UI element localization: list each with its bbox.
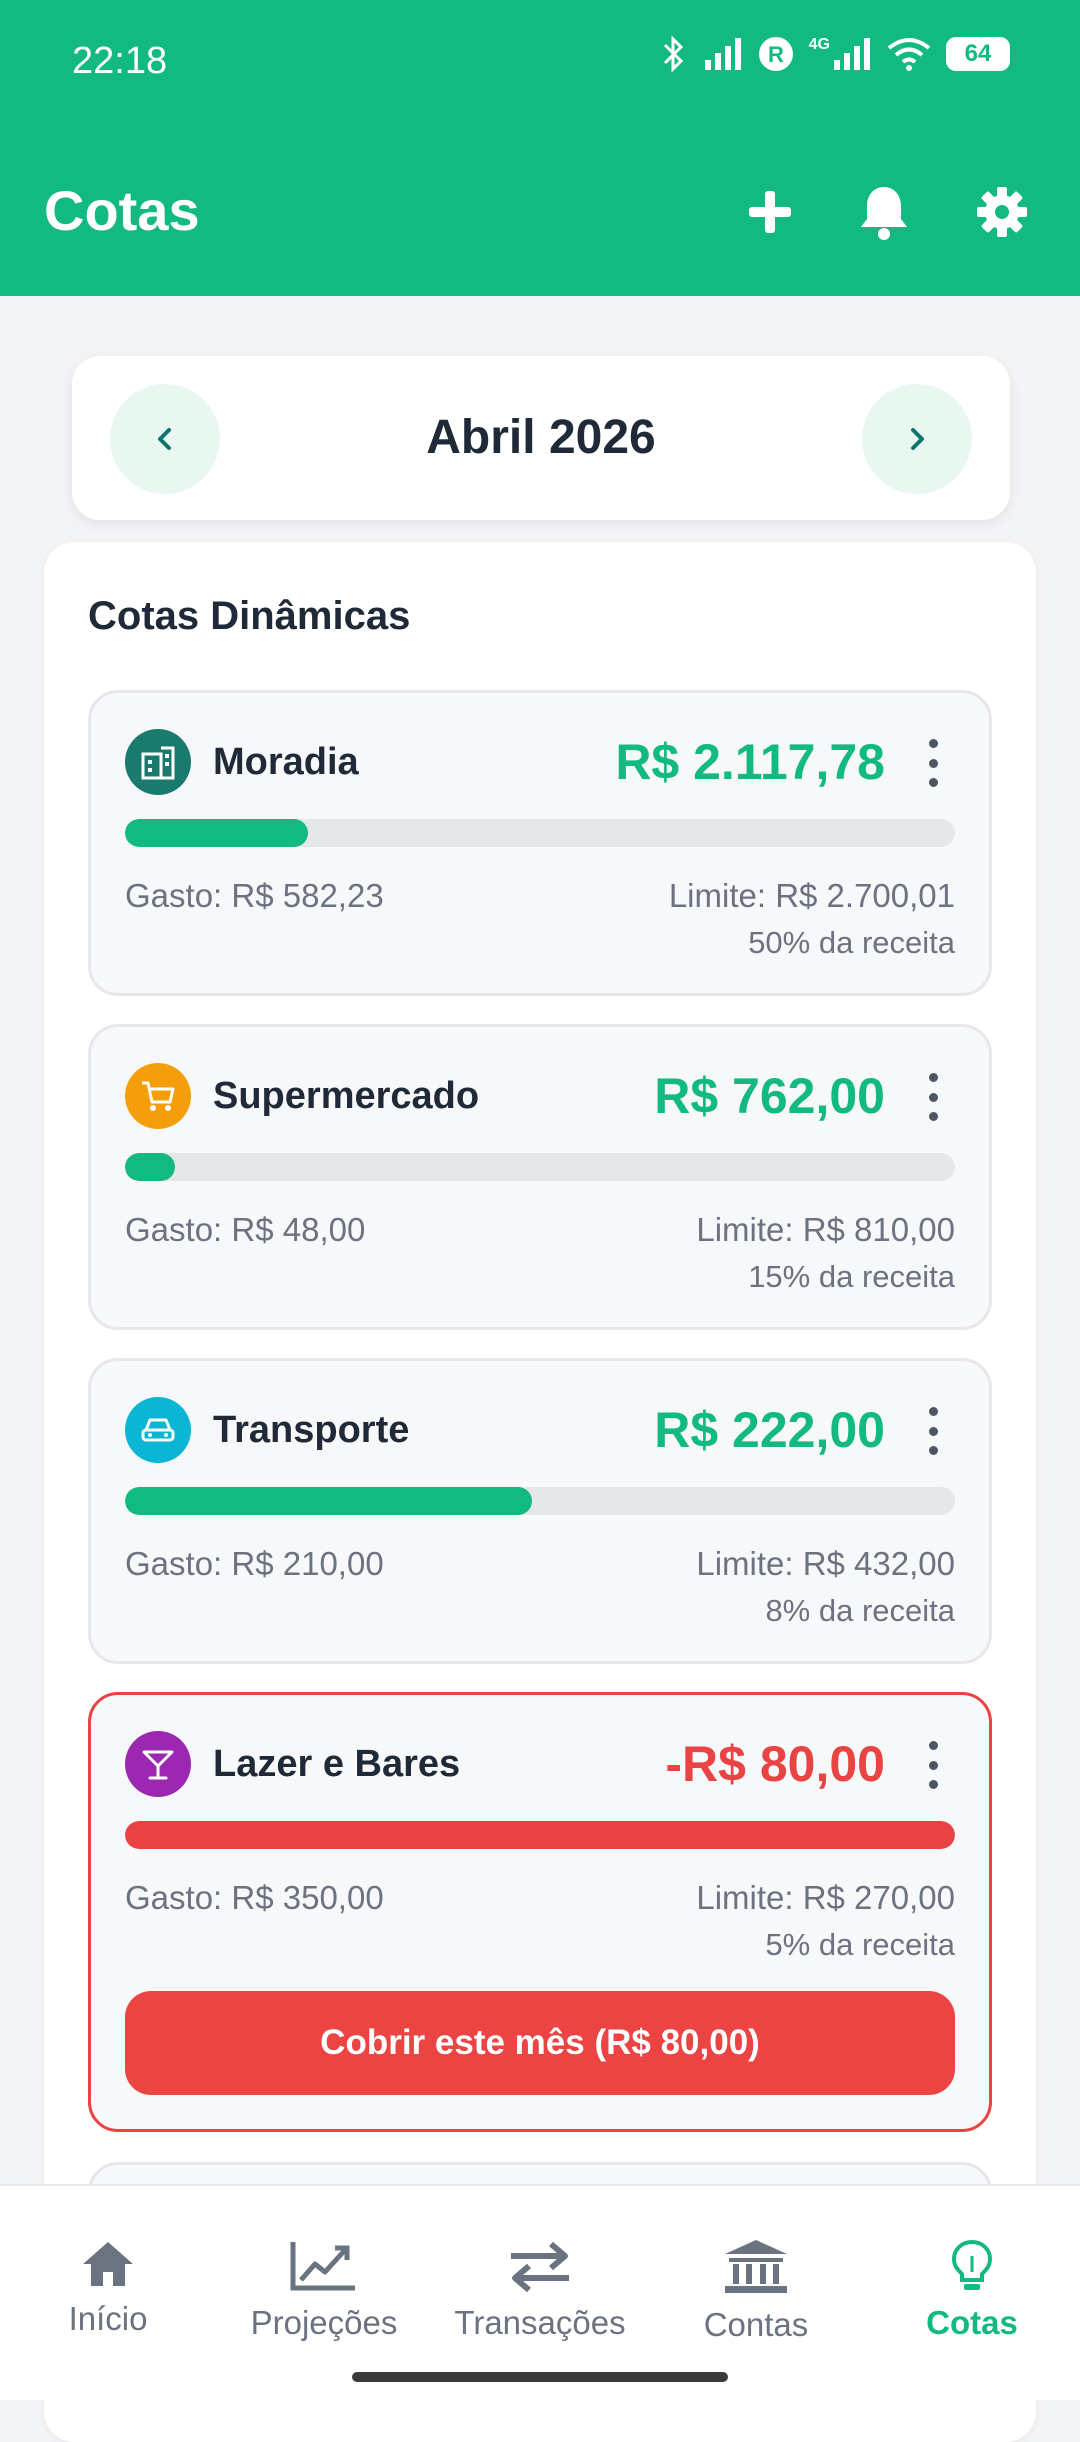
next-month-button[interactable] bbox=[862, 384, 972, 494]
quota-limit: Limite: R$ 270,00 bbox=[696, 1879, 955, 1916]
quota-card-supermercado[interactable]: Supermercado R$ 762,00 Gasto: R$ 48,00 L… bbox=[88, 1024, 992, 1330]
nav-item-inicio[interactable]: Início bbox=[0, 2238, 216, 2338]
quota-card-lazer-e-bares[interactable]: Lazer e Bares -R$ 80,00 Gasto: R$ 350,00… bbox=[88, 1692, 992, 2132]
more-options-icon[interactable] bbox=[921, 1407, 945, 1455]
page-title: Cotas bbox=[44, 179, 200, 242]
quota-income-share: 50% da receita bbox=[748, 925, 955, 960]
plus-icon bbox=[749, 191, 791, 233]
quota-spent: Gasto: R$ 48,00 bbox=[125, 1211, 366, 1248]
more-options-icon[interactable] bbox=[921, 1073, 945, 1121]
cover-month-button[interactable]: Cobrir este mês (R$ 80,00) bbox=[125, 1991, 955, 2095]
nav-label: Transações bbox=[454, 2304, 626, 2341]
bell-icon bbox=[861, 187, 907, 240]
quota-income-share: 15% da receita bbox=[748, 1259, 955, 1294]
signal-icon bbox=[704, 38, 741, 70]
bluetooth-icon bbox=[663, 35, 683, 73]
battery-indicator: 64 bbox=[946, 37, 1010, 71]
car-icon bbox=[125, 1397, 191, 1463]
more-options-icon[interactable] bbox=[921, 739, 945, 787]
quota-available-amount: -R$ 80,00 bbox=[665, 1736, 885, 1792]
quota-available-amount: R$ 762,00 bbox=[654, 1068, 885, 1124]
nav-item-transacoes[interactable]: Transações bbox=[432, 2238, 648, 2342]
bottom-navigation: Início Projeções Transações Contas Cotas bbox=[0, 2184, 1080, 2400]
quota-name: Lazer e Bares bbox=[213, 1743, 461, 1785]
quota-progress-fill bbox=[125, 1487, 532, 1515]
quota-card-transporte[interactable]: Transporte R$ 222,00 Gasto: R$ 210,00 Li… bbox=[88, 1358, 992, 1664]
wifi-icon bbox=[887, 38, 931, 71]
quota-progress-fill bbox=[125, 819, 308, 847]
more-options-icon[interactable] bbox=[921, 1741, 945, 1789]
quota-card-moradia[interactable]: Moradia R$ 2.117,78 Gasto: R$ 582,23 Lim… bbox=[88, 690, 992, 996]
quota-limit: Limite: R$ 810,00 bbox=[696, 1211, 955, 1248]
panel-title: Cotas Dinâmicas bbox=[88, 594, 411, 638]
building-icon bbox=[125, 729, 191, 795]
quota-income-share: 5% da receita bbox=[765, 1927, 955, 1962]
quota-limit: Limite: R$ 432,00 bbox=[696, 1545, 955, 1582]
quota-progress-fill bbox=[125, 1153, 175, 1181]
gear-icon bbox=[977, 187, 1027, 237]
network-type: 4G bbox=[808, 36, 830, 53]
quota-name: Transporte bbox=[213, 1409, 410, 1451]
chevron-right-icon bbox=[911, 428, 924, 450]
nav-label: Início bbox=[68, 2300, 148, 2337]
nav-label: Contas bbox=[703, 2306, 809, 2343]
quota-name: Supermercado bbox=[213, 1075, 480, 1117]
quota-spent: Gasto: R$ 582,23 bbox=[125, 877, 384, 914]
cart-icon bbox=[125, 1063, 191, 1129]
chart-icon bbox=[290, 2242, 355, 2291]
quota-progress-fill bbox=[125, 1821, 955, 1849]
quota-limit: Limite: R$ 2.700,01 bbox=[668, 877, 955, 914]
status-bar: 22:18 R 4G 64 bbox=[0, 0, 1080, 120]
nav-item-projecoes[interactable]: Projeções bbox=[216, 2238, 432, 2342]
notifications-button[interactable] bbox=[852, 180, 916, 244]
cocktail-icon bbox=[125, 1731, 191, 1797]
quota-progress-track bbox=[125, 819, 955, 847]
quota-name: Moradia bbox=[213, 741, 359, 783]
quota-spent: Gasto: R$ 350,00 bbox=[125, 1879, 384, 1916]
svg-text:R: R bbox=[768, 42, 784, 67]
status-icons: R 4G 64 bbox=[659, 34, 1010, 74]
app-bar: Cotas bbox=[0, 120, 1080, 296]
quota-available-amount: R$ 2.117,78 bbox=[615, 734, 885, 790]
nav-item-cotas[interactable]: Cotas bbox=[864, 2238, 1080, 2342]
settings-button[interactable] bbox=[970, 180, 1034, 244]
nav-label: Cotas bbox=[926, 2304, 1018, 2341]
transfer-icon bbox=[511, 2241, 569, 2293]
signal-icon-2 bbox=[834, 38, 870, 70]
quota-available-amount: R$ 222,00 bbox=[654, 1402, 885, 1458]
home-indicator[interactable] bbox=[352, 2372, 728, 2382]
month-selector: Abril 2026 bbox=[72, 356, 1010, 520]
nav-item-contas[interactable]: Contas bbox=[648, 2238, 864, 2344]
roaming-icon: R bbox=[758, 37, 793, 71]
bank-icon bbox=[725, 2240, 787, 2293]
nav-label: Projeções bbox=[250, 2304, 398, 2341]
quota-spent: Gasto: R$ 210,00 bbox=[125, 1545, 384, 1582]
lightbulb-icon bbox=[951, 2239, 993, 2290]
quotas-panel: Cotas Dinâmicas Moradia R$ 2.117,78 Gast… bbox=[44, 542, 1036, 2442]
add-button[interactable] bbox=[738, 180, 802, 244]
quota-progress-track bbox=[125, 1153, 955, 1181]
battery-level: 64 bbox=[964, 40, 992, 67]
quota-progress-track bbox=[125, 1821, 955, 1849]
quota-income-share: 8% da receita bbox=[765, 1593, 955, 1628]
home-icon bbox=[83, 2242, 133, 2286]
status-time: 22:18 bbox=[72, 40, 168, 82]
quota-progress-track bbox=[125, 1487, 955, 1515]
